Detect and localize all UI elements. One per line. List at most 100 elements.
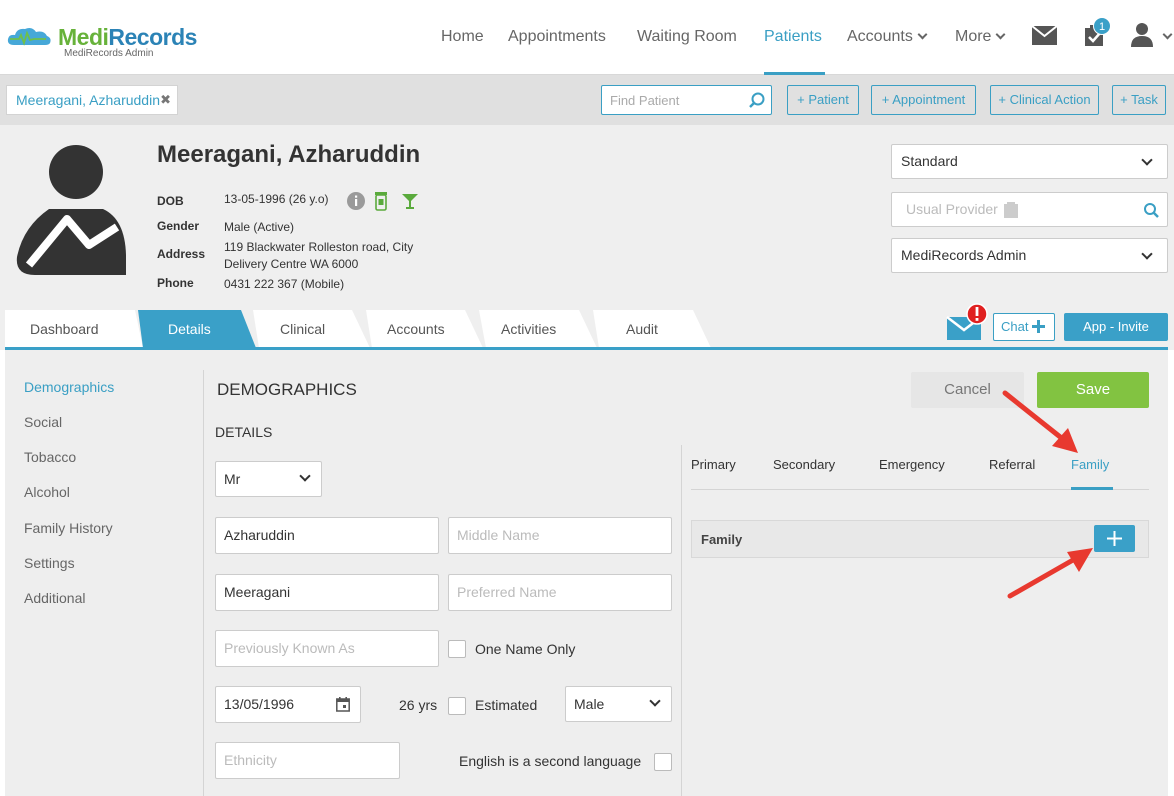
plus-icon <box>1032 320 1045 333</box>
app-invite-button[interactable]: App - Invite <box>1064 313 1168 341</box>
dob-field[interactable]: 13/05/1996 <box>215 686 361 723</box>
middle-name-field[interactable]: Middle Name <box>448 517 672 554</box>
first-name-field[interactable]: Azharuddin <box>215 517 439 554</box>
dob-label: DOB <box>157 194 184 208</box>
medication-icon[interactable] <box>374 191 388 211</box>
nav-accounts[interactable]: Accounts <box>847 28 928 46</box>
section-title: DEMOGRAPHICS <box>217 380 357 399</box>
tab-emergency-contact[interactable]: Emergency <box>879 457 945 472</box>
info-icon[interactable] <box>347 192 365 210</box>
calendar-icon[interactable] <box>336 697 350 712</box>
brand-name: MediRecords <box>58 24 197 50</box>
cloud-heartbeat-icon <box>7 28 51 46</box>
messages-alert-icon[interactable] <box>946 303 988 341</box>
last-name-field[interactable]: Meeragani <box>215 574 439 611</box>
chevron-down-icon[interactable] <box>1162 29 1173 40</box>
phone-value: 0431 222 367 (Mobile) <box>224 277 345 291</box>
plus-icon <box>1107 531 1122 546</box>
title-select[interactable]: Mr <box>215 461 322 497</box>
section-subtitle: DETAILS <box>215 424 273 440</box>
phone-label: Phone <box>157 276 194 290</box>
contact-card-icon <box>1004 202 1018 218</box>
tab-dashboard[interactable]: Dashboard <box>5 310 99 348</box>
dob-field-value: 13/05/1996 <box>224 696 295 712</box>
practitioner-value: MediRecords Admin <box>901 247 1027 263</box>
gender-label: Gender <box>157 219 200 233</box>
annotation-arrow-icon <box>1002 390 1078 453</box>
chat-button-label: Chat <box>1001 319 1029 334</box>
sidebar-item-demographics[interactable]: Demographics <box>24 379 114 395</box>
ethnicity-field[interactable]: Ethnicity <box>215 742 400 779</box>
alcohol-icon[interactable] <box>401 192 419 210</box>
sidebar-divider <box>203 370 204 796</box>
patient-name: Meeragani, Azharuddin <box>157 141 421 168</box>
sidebar-item-social[interactable]: Social <box>24 414 62 430</box>
sidebar-item-family-history[interactable]: Family History <box>24 520 113 536</box>
sex-select-value: Male <box>574 696 605 712</box>
search-icon[interactable] <box>749 92 766 109</box>
annotation-arrow-icon <box>1007 548 1093 599</box>
chevron-down-icon <box>1141 248 1153 260</box>
billing-type-value: Standard <box>901 153 958 169</box>
nav-more[interactable]: More <box>955 28 1006 46</box>
brand-subtitle: MediRecords Admin <box>64 48 154 59</box>
nav-more-label: More <box>955 28 992 45</box>
add-family-button[interactable] <box>1094 525 1135 552</box>
user-account-icon[interactable] <box>1131 22 1153 47</box>
medirecords-logo[interactable]: MediRecords MediRecords Admin <box>6 22 206 62</box>
contacts-tab-active-indicator <box>1071 487 1113 490</box>
age-display: 26 yrs <box>399 697 438 713</box>
tab-activities[interactable]: Activities <box>501 310 556 348</box>
billing-type-select[interactable]: Standard <box>891 144 1168 179</box>
close-icon[interactable]: ✖ <box>160 86 171 114</box>
add-appointment-button[interactable]: + Appointment <box>871 85 976 115</box>
tab-accounts[interactable]: Accounts <box>387 310 445 348</box>
nav-patients[interactable]: Patients <box>764 28 822 46</box>
tab-audit[interactable]: Audit <box>626 310 658 348</box>
nav-home[interactable]: Home <box>441 28 484 46</box>
previously-known-as-field[interactable]: Previously Known As <box>215 630 439 667</box>
mail-icon[interactable] <box>1032 26 1057 45</box>
gender-value: Male (Active) <box>224 220 295 234</box>
tab-details[interactable]: Details <box>168 310 211 348</box>
find-patient-placeholder: Find Patient <box>610 93 680 108</box>
title-select-value: Mr <box>224 471 241 487</box>
add-patient-button[interactable]: + Patient <box>787 85 859 115</box>
address-line2: Delivery Centre WA 6000 <box>224 257 359 271</box>
sidebar-item-additional[interactable]: Additional <box>24 590 86 606</box>
sidebar-item-alcohol[interactable]: Alcohol <box>24 484 70 500</box>
open-patient-tab-label: Meeragani, Azharuddin <box>16 92 160 108</box>
find-patient-input[interactable]: Find Patient <box>601 85 772 115</box>
dob-value: 13-05-1996 (26 y.o) <box>224 192 329 206</box>
sidebar-item-tobacco[interactable]: Tobacco <box>24 449 76 465</box>
tab-clinical[interactable]: Clinical <box>280 310 325 348</box>
one-name-only-checkbox[interactable] <box>448 640 466 658</box>
sex-select[interactable]: Male <box>565 686 672 722</box>
practitioner-select[interactable]: MediRecords Admin <box>891 238 1168 273</box>
tab-primary-contact[interactable]: Primary <box>691 457 736 472</box>
patient-action-bar: Meeragani, Azharuddin ✖ Find Patient + P… <box>0 75 1174 125</box>
preferred-name-field[interactable]: Preferred Name <box>448 574 672 611</box>
tab-secondary-contact[interactable]: Secondary <box>773 457 835 472</box>
search-icon[interactable] <box>1143 202 1159 218</box>
english-second-language-checkbox[interactable] <box>654 753 672 771</box>
chat-button[interactable]: Chat <box>993 313 1055 341</box>
usual-provider-placeholder: Usual Provider <box>906 201 998 217</box>
one-name-only-label: One Name Only <box>475 641 576 657</box>
sidebar-item-settings[interactable]: Settings <box>24 555 75 571</box>
chevron-down-icon <box>996 29 1006 40</box>
usual-provider-input[interactable]: Usual Provider <box>891 192 1168 227</box>
add-clinical-action-button[interactable]: + Clinical Action <box>990 85 1099 115</box>
chevron-down-icon <box>649 695 661 707</box>
tab-shapes <box>5 310 711 348</box>
details-panel <box>5 350 1168 796</box>
english-second-language-label: English is a second language <box>459 753 642 769</box>
add-task-button[interactable]: + Task <box>1112 85 1166 115</box>
chevron-down-icon <box>1141 154 1153 166</box>
nav-appointments[interactable]: Appointments <box>508 28 606 46</box>
nav-waiting-room[interactable]: Waiting Room <box>637 28 737 46</box>
open-patient-tab[interactable]: Meeragani, Azharuddin ✖ <box>6 85 178 115</box>
estimated-checkbox[interactable] <box>448 697 466 715</box>
chevron-down-icon <box>917 29 928 40</box>
nav-accounts-label: Accounts <box>847 28 913 45</box>
